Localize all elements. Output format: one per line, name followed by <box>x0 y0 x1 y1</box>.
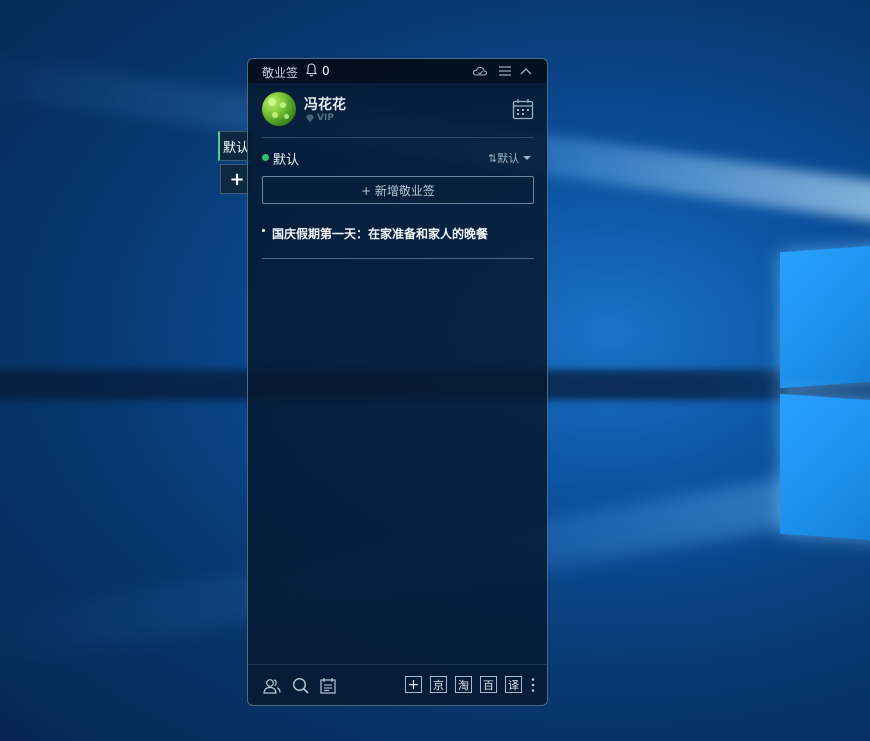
divider <box>262 137 534 138</box>
vip-diamond-icon <box>306 114 314 123</box>
collapse-chevron-up-icon[interactable] <box>518 63 534 79</box>
add-note-button[interactable]: + 新增敬业签 <box>262 176 534 204</box>
sort-dropdown[interactable]: ⇅默认 <box>488 150 532 166</box>
note-divider <box>262 258 534 259</box>
note-item[interactable]: 国庆假期第一天：在家准备和家人的晚餐 <box>262 224 534 246</box>
notes-list-icon[interactable] <box>319 677 337 695</box>
sticky-note-widget: 敬业签 0 冯花花 VIP 默认 ⇅默认 + 新增敬业签 国庆假期第一天：在家准… <box>247 58 548 706</box>
menu-icon[interactable] <box>497 63 513 79</box>
cloud-sync-icon[interactable] <box>472 63 488 79</box>
bell-icon[interactable] <box>306 63 317 77</box>
taobao-shortcut-button[interactable]: 淘 <box>455 676 472 693</box>
group-name[interactable]: 默认 <box>273 149 299 168</box>
contacts-icon[interactable] <box>263 677 281 695</box>
note-text: 国庆假期第一天：在家准备和家人的晚餐 <box>272 227 489 241</box>
chevron-down-icon <box>523 156 532 160</box>
bottom-toolbar: + 京 淘 百 译 <box>248 664 547 705</box>
app-title: 敬业签 <box>262 66 299 80</box>
jd-shortcut-button[interactable]: 京 <box>430 676 447 693</box>
add-shortcut-button[interactable]: + <box>405 676 422 693</box>
windows-logo-pane <box>780 243 870 389</box>
more-vertical-icon[interactable] <box>531 677 535 693</box>
user-avatar[interactable] <box>262 92 296 126</box>
title-bar[interactable]: 敬业签 0 <box>248 59 547 83</box>
search-icon[interactable] <box>292 677 310 695</box>
group-status-dot <box>262 154 269 161</box>
username: 冯花花 <box>304 97 346 113</box>
translate-shortcut-button[interactable]: 译 <box>505 676 522 693</box>
note-bullet <box>262 229 265 232</box>
baidu-shortcut-button[interactable]: 百 <box>480 676 497 693</box>
notification-count: 0 <box>322 64 330 78</box>
calendar-icon[interactable] <box>512 98 534 120</box>
vip-badge[interactable]: VIP <box>317 113 334 123</box>
sort-label: ⇅默认 <box>488 152 520 165</box>
windows-logo-pane <box>780 393 870 543</box>
